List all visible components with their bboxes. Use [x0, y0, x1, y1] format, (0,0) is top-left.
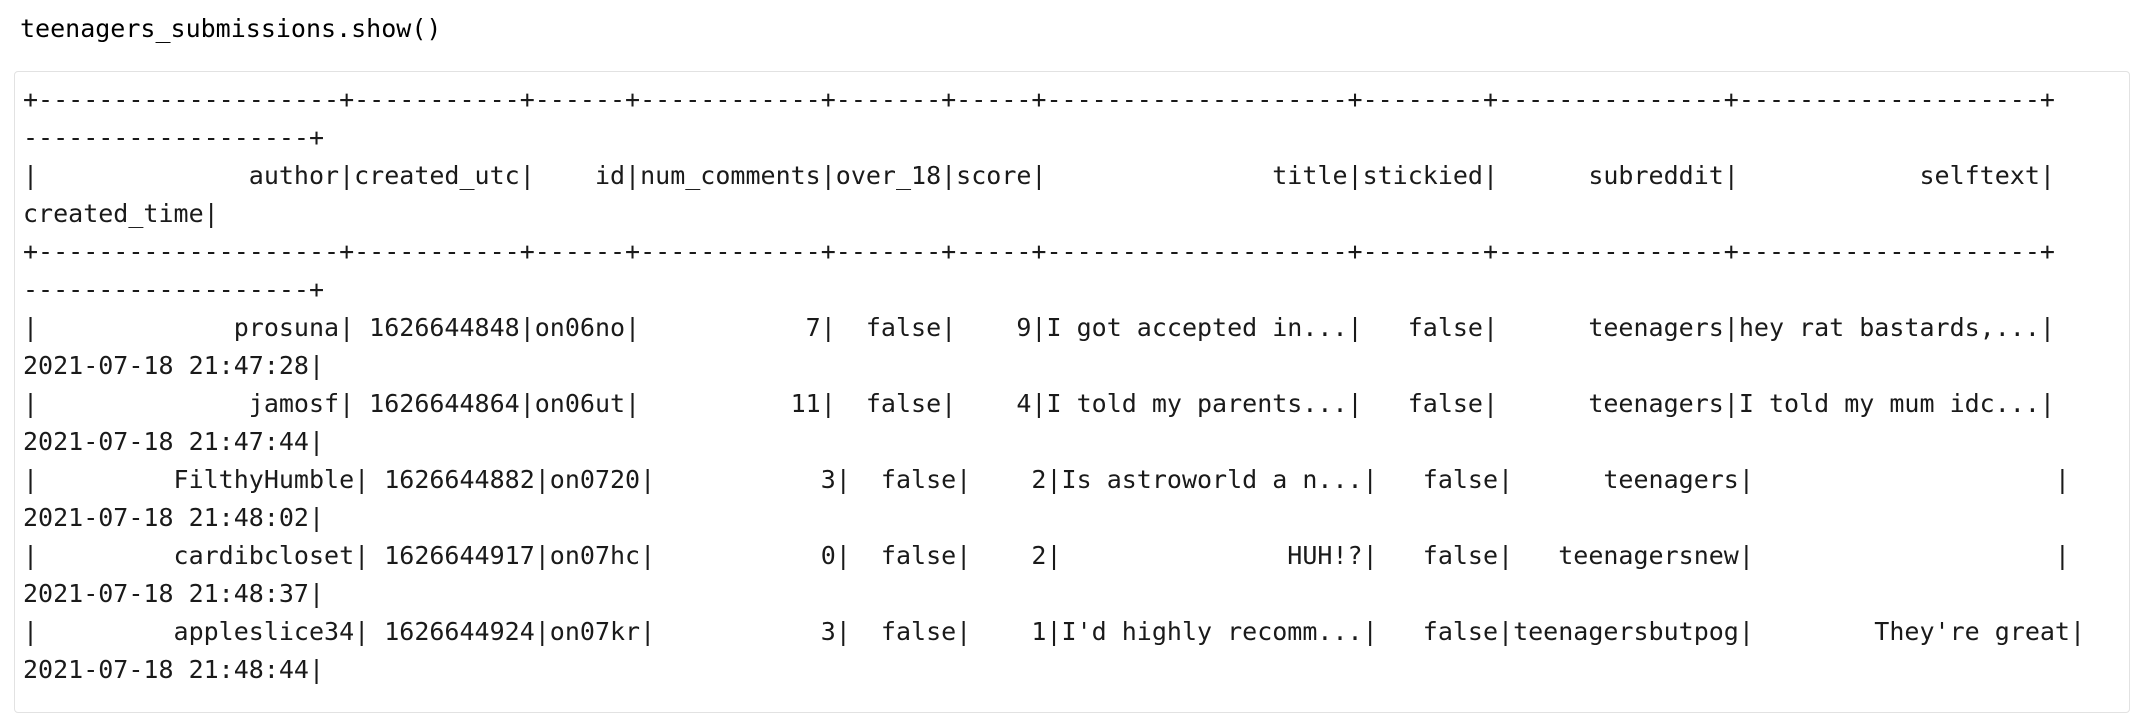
table-row-wrap: 2021-07-18 21:48:44|	[23, 655, 325, 684]
table-header-row-wrap: created_time|	[23, 199, 219, 228]
table-row-wrap: 2021-07-18 21:48:02|	[23, 503, 325, 532]
dataframe-show-output: +--------------------+-----------+------…	[23, 81, 2085, 689]
table-row: | prosuna| 1626644848|on06no| 7| false| …	[23, 313, 2055, 342]
table-row-wrap: 2021-07-18 21:47:28|	[23, 351, 325, 380]
table-row: | appleslice34| 1626644924|on07kr| 3| fa…	[23, 617, 2086, 646]
cell-output-area: +--------------------+-----------+------…	[14, 71, 2130, 713]
table-row: | cardibcloset| 1626644917|on07hc| 0| fa…	[23, 541, 2070, 570]
table-border-line-wrap: -------------------+	[23, 123, 325, 152]
table-border-line-wrap: -------------------+	[23, 275, 325, 304]
table-header-row: | author|created_utc| id|num_comments|ov…	[23, 161, 2055, 190]
code-cell-input[interactable]: teenagers_submissions.show()	[20, 10, 441, 48]
table-row: | jamosf| 1626644864|on06ut| 11| false| …	[23, 389, 2055, 418]
table-row-wrap: 2021-07-18 21:48:37|	[23, 579, 325, 608]
table-border-line: +--------------------+-----------+------…	[23, 237, 2055, 266]
table-row-wrap: 2021-07-18 21:47:44|	[23, 427, 325, 456]
table-row: | FilthyHumble| 1626644882|on0720| 3| fa…	[23, 465, 2070, 494]
table-border-line: +--------------------+-----------+------…	[23, 85, 2055, 114]
